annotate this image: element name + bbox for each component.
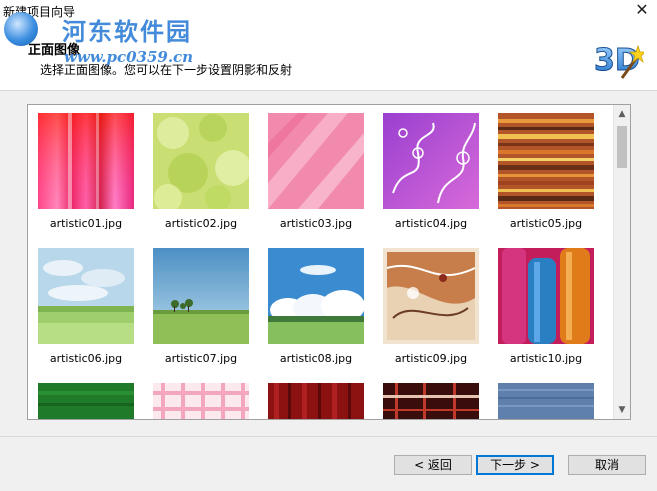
- gallery-item[interactable]: artistic03.jpg: [268, 113, 364, 230]
- scroll-up-icon[interactable]: ▲: [614, 106, 630, 122]
- watermark-site-url: www.pc0359.cn: [64, 48, 194, 66]
- gallery-item[interactable]: [383, 383, 479, 419]
- gallery-item[interactable]: artistic02.jpg: [153, 113, 251, 230]
- scrollbar-thumb[interactable]: [617, 126, 627, 168]
- thumbnail-label: artistic10.jpg: [509, 352, 583, 365]
- gallery-item[interactable]: [498, 383, 594, 419]
- thumbnail-label: artistic06.jpg: [49, 352, 123, 365]
- thumbnail-label: artistic03.jpg: [279, 217, 353, 230]
- thumbnail-image: [383, 383, 479, 419]
- gallery-item[interactable]: artistic05.jpg: [498, 113, 594, 230]
- next-button[interactable]: 下一步 >: [476, 455, 554, 475]
- cancel-button[interactable]: 取消: [568, 455, 646, 475]
- scroll-down-icon[interactable]: ▼: [614, 402, 630, 418]
- thumbnail-image: [268, 383, 364, 419]
- thumbnail-label: artistic07.jpg: [164, 352, 238, 365]
- thumbnail-label: artistic09.jpg: [394, 352, 468, 365]
- thumbnail-image: [153, 113, 251, 212]
- thumbnail-image: [153, 248, 249, 344]
- watermark-logo-icon: [4, 12, 38, 46]
- thumbnail-label: artistic08.jpg: [279, 352, 353, 365]
- thumbnail-image: [38, 248, 134, 344]
- app-3d-logo-icon: 3D: [594, 43, 644, 79]
- thumbnail-image: [268, 248, 365, 344]
- thumbnail-image: [383, 113, 479, 209]
- vertical-scrollbar[interactable]: ▲ ▼: [613, 105, 630, 419]
- thumbnail-image: [38, 383, 134, 419]
- thumbnail-image: [498, 383, 594, 419]
- close-icon[interactable]: ✕: [633, 1, 651, 19]
- gallery-item[interactable]: artistic08.jpg: [268, 248, 365, 365]
- gallery-item[interactable]: artistic10.jpg: [498, 248, 594, 365]
- thumbnail-image: [498, 248, 594, 344]
- thumbnail-image: [383, 248, 479, 344]
- gallery-item[interactable]: artistic06.jpg: [38, 248, 134, 365]
- image-gallery[interactable]: artistic01.jpg artistic02.jpg artistic03…: [27, 104, 631, 420]
- gallery-item[interactable]: [153, 383, 249, 419]
- thumbnail-label: artistic04.jpg: [394, 217, 468, 230]
- gallery-item[interactable]: artistic01.jpg: [38, 113, 134, 230]
- gallery-item[interactable]: artistic09.jpg: [383, 248, 479, 365]
- thumbnail-label: artistic02.jpg: [164, 217, 238, 230]
- thumbnail-image: [268, 113, 364, 209]
- gallery-item[interactable]: [38, 383, 134, 419]
- footer: [0, 437, 657, 491]
- thumbnail-label: artistic01.jpg: [49, 217, 123, 230]
- watermark-site-name: 河东软件园: [62, 17, 192, 46]
- gallery-item[interactable]: artistic07.jpg: [153, 248, 249, 365]
- back-button[interactable]: < 返回: [394, 455, 472, 475]
- gallery-item[interactable]: [268, 383, 364, 419]
- thumbnail-image: [153, 383, 249, 419]
- thumbnail-image: [38, 113, 134, 209]
- thumbnail-label: artistic05.jpg: [509, 217, 583, 230]
- watermark: 河东软件园 www.pc0359.cn: [4, 10, 214, 70]
- gallery-item[interactable]: artistic04.jpg: [383, 113, 479, 230]
- thumbnail-image: [498, 113, 594, 209]
